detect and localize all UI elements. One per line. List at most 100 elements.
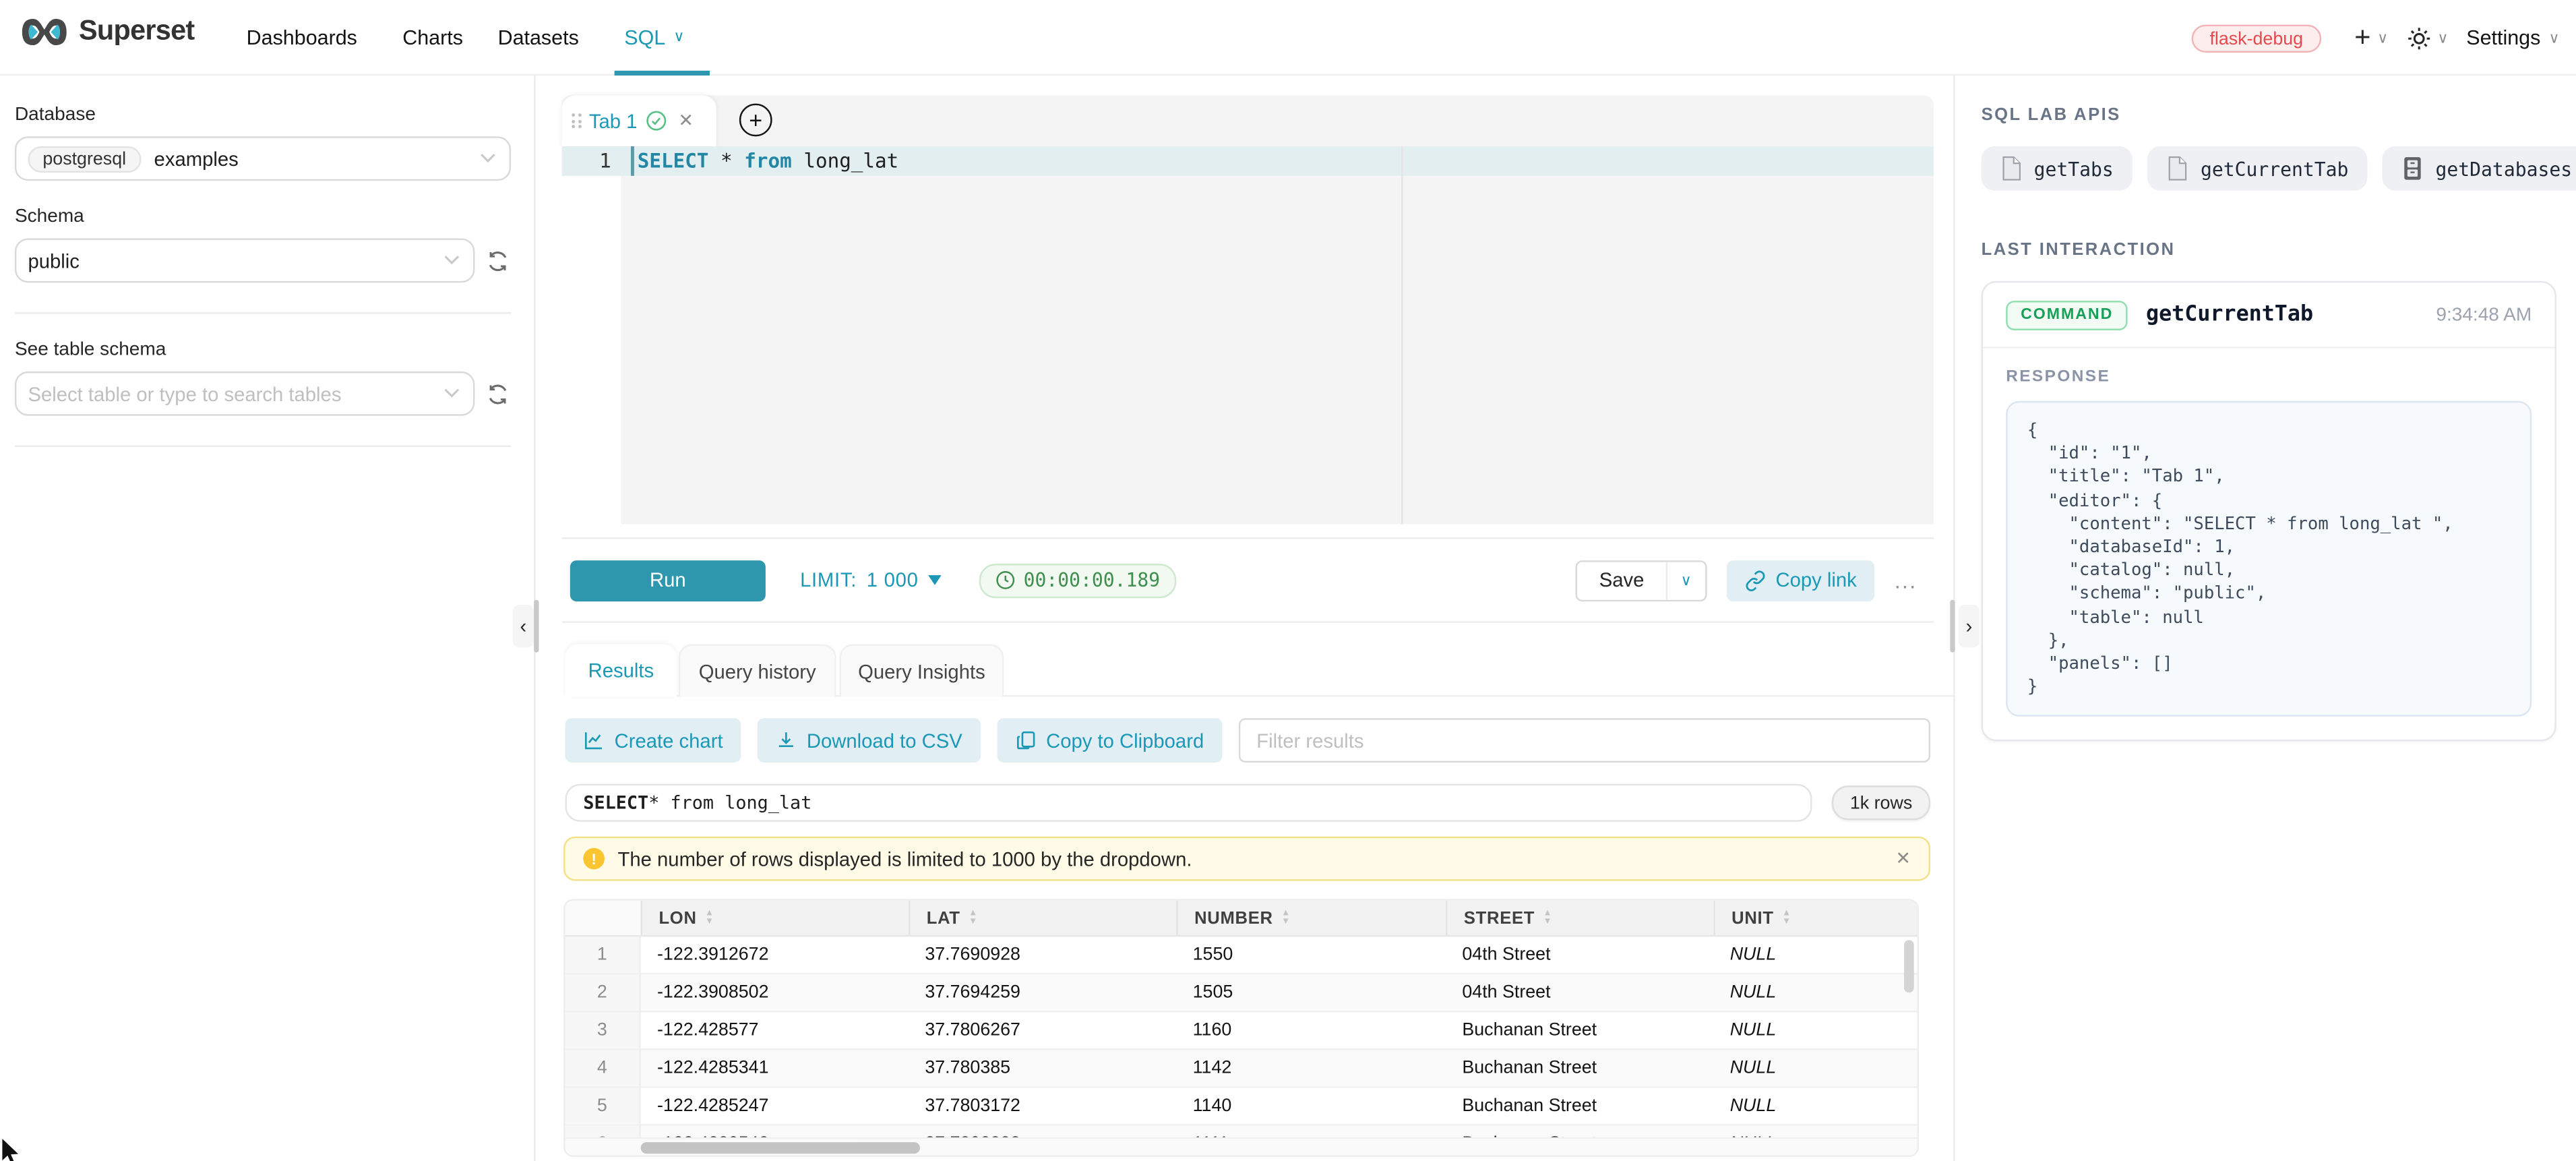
- interaction-timestamp: 9:34:48 AM: [2436, 305, 2532, 324]
- table-row[interactable]: 5 -122.4285247 37.7803172 1140 Buchanan …: [565, 1088, 1918, 1126]
- command-badge: COMMAND: [2006, 300, 2128, 330]
- collapse-sidebar-handle[interactable]: ‹: [513, 605, 534, 647]
- close-warning-icon[interactable]: ✕: [1895, 848, 1910, 870]
- horizontal-scrollbar[interactable]: [565, 1137, 1918, 1155]
- more-actions-button[interactable]: ...: [1895, 568, 1918, 593]
- schema-label: Schema: [15, 207, 511, 227]
- schema-select[interactable]: public: [15, 238, 475, 282]
- editor-gutter: [562, 146, 621, 525]
- results-tabs: Results Query history Query Insights: [565, 645, 1954, 697]
- create-chart-button[interactable]: Create chart: [565, 718, 741, 763]
- theme-toggle-button[interactable]: ∨: [2406, 26, 2448, 51]
- superset-logo-icon: [22, 16, 67, 47]
- column-header-number[interactable]: NUMBER▲▼: [1176, 901, 1446, 935]
- document-icon: [2168, 156, 2189, 181]
- sort-icon[interactable]: ▲▼: [969, 910, 978, 925]
- add-tab-button[interactable]: +: [739, 104, 772, 137]
- refresh-icon: [487, 249, 510, 272]
- check-circle-icon: [646, 110, 667, 131]
- vertical-scrollbar[interactable]: [1904, 940, 1914, 992]
- api-getcurrenttab-chip[interactable]: getCurrentTab: [2148, 146, 2368, 191]
- run-button[interactable]: Run: [570, 560, 766, 601]
- tab-query-history[interactable]: Query history: [679, 645, 836, 697]
- column-header-lon[interactable]: LON▲▼: [641, 901, 909, 935]
- save-options-caret[interactable]: ∨: [1665, 561, 1705, 599]
- table-row[interactable]: 1 -122.3912672 37.7690928 1550 04th Stre…: [565, 936, 1918, 974]
- filter-results-input[interactable]: [1238, 718, 1930, 763]
- table-row[interactable]: 3 -122.428577 37.7806267 1160 Buchanan S…: [565, 1013, 1918, 1050]
- api-chips: getTabs getCurrentTab getDatabases: [1982, 146, 2556, 191]
- chevron-down-icon: ∨: [673, 28, 684, 46]
- sort-icon[interactable]: ▲▼: [1782, 910, 1791, 925]
- chevron-down-icon: [480, 153, 496, 165]
- sql-lab-api-panel: SQL LAB APIS getTabs getCurrentTab: [1957, 76, 2576, 1161]
- nav-dashboards[interactable]: Dashboards: [247, 0, 357, 74]
- mouse-cursor: [0, 1137, 23, 1161]
- row-number-header: [565, 901, 641, 935]
- divider: [15, 312, 511, 314]
- database-type-tag: postgresql: [28, 146, 141, 172]
- results-panel: Results Query history Query Insights Cre…: [537, 624, 1953, 1161]
- api-gettabs-chip[interactable]: getTabs: [1982, 146, 2133, 191]
- tab-query-insights[interactable]: Query Insights: [840, 645, 1004, 697]
- panel-resize-bar[interactable]: [1950, 600, 1955, 653]
- refresh-schemas-button[interactable]: [485, 247, 511, 274]
- editor-tabbar: Tab 1 ✕ +: [562, 95, 1934, 146]
- table-select-placeholder: Select table or type to search tables: [28, 382, 341, 405]
- table-row[interactable]: 2 -122.3908502 37.7694259 1505 04th Stre…: [565, 974, 1918, 1012]
- column-header-unit[interactable]: UNIT▲▼: [1713, 901, 1917, 935]
- table-header-row: LON▲▼ LAT▲▼ NUMBER▲▼ STREET▲▼ UNIT▲▼: [565, 901, 1918, 937]
- response-code-block: { "id": "1", "title": "Tab 1", "editor":…: [2006, 401, 2532, 717]
- column-header-street[interactable]: STREET▲▼: [1446, 901, 1713, 935]
- database-select[interactable]: postgresql examples: [15, 136, 511, 181]
- results-table: LON▲▼ LAT▲▼ NUMBER▲▼ STREET▲▼ UNIT▲▼ 1 -…: [563, 899, 1919, 1156]
- new-item-button[interactable]: + ∨: [2354, 22, 2388, 55]
- nav-datasets[interactable]: Datasets: [498, 0, 579, 74]
- expand-panel-handle[interactable]: ›: [1959, 605, 1980, 647]
- caret-down-icon: [928, 575, 942, 585]
- sort-icon[interactable]: ▲▼: [705, 910, 714, 925]
- document-icon: [2001, 156, 2023, 181]
- warning-text: The number of rows displayed is limited …: [618, 847, 1192, 870]
- print-margin-line: [1401, 146, 1403, 525]
- interaction-header: COMMAND getCurrentTab 9:34:48 AM: [1983, 282, 2554, 349]
- table-row[interactable]: 4 -122.4285341 37.780385 1142 Buchanan S…: [565, 1050, 1918, 1088]
- editor-tab-1[interactable]: Tab 1 ✕: [562, 95, 716, 146]
- command-name: getCurrentTab: [2146, 303, 2313, 328]
- api-getdatabases-chip[interactable]: getDatabases: [2383, 146, 2576, 191]
- tab-title: Tab 1: [589, 109, 638, 132]
- clock-icon: [995, 570, 1015, 590]
- sort-icon[interactable]: ▲▼: [1281, 910, 1291, 925]
- download-csv-button[interactable]: Download to CSV: [758, 718, 981, 763]
- header-actions: + ∨ ∨ Settings ∨: [2354, 0, 2559, 76]
- editor-toolbar: Run LIMIT: 1 000 00:00:00.189 Save ∨: [562, 537, 1934, 623]
- nav-charts[interactable]: Charts: [402, 0, 463, 74]
- database-value: examples: [154, 147, 239, 170]
- download-icon: [776, 730, 797, 751]
- save-button[interactable]: Save: [1578, 568, 1665, 591]
- sort-icon[interactable]: ▲▼: [1543, 910, 1552, 925]
- active-tab-indicator: [615, 71, 710, 76]
- refresh-icon: [487, 382, 510, 405]
- chart-icon: [583, 730, 605, 751]
- chevron-down-icon: ∨: [2549, 29, 2560, 47]
- close-tab-icon[interactable]: ✕: [678, 110, 693, 131]
- drag-handle-icon[interactable]: [572, 113, 580, 128]
- table-schema-label: See table schema: [15, 340, 511, 360]
- copy-clipboard-button[interactable]: Copy to Clipboard: [997, 718, 1222, 763]
- cabinet-icon: [2403, 156, 2424, 181]
- tab-results[interactable]: Results: [565, 645, 677, 697]
- table-select[interactable]: Select table or type to search tables: [15, 371, 475, 416]
- refresh-tables-button[interactable]: [485, 380, 511, 407]
- chevron-down-icon: ∨: [2437, 29, 2448, 47]
- column-header-lat[interactable]: LAT▲▼: [909, 901, 1176, 935]
- nav-sql[interactable]: SQL ∨: [624, 0, 684, 74]
- sql-code-editor[interactable]: 1 SELECT * from long_lat: [562, 146, 1934, 525]
- superset-logo[interactable]: Superset: [22, 15, 195, 48]
- sidebar-resize-bar[interactable]: [534, 600, 539, 653]
- settings-menu[interactable]: Settings ∨: [2466, 26, 2559, 49]
- horizontal-scrollbar-thumb[interactable]: [641, 1141, 920, 1153]
- copy-link-button[interactable]: Copy link: [1726, 560, 1874, 601]
- limit-dropdown[interactable]: LIMIT: 1 000: [800, 568, 942, 591]
- schema-value: public: [28, 249, 79, 272]
